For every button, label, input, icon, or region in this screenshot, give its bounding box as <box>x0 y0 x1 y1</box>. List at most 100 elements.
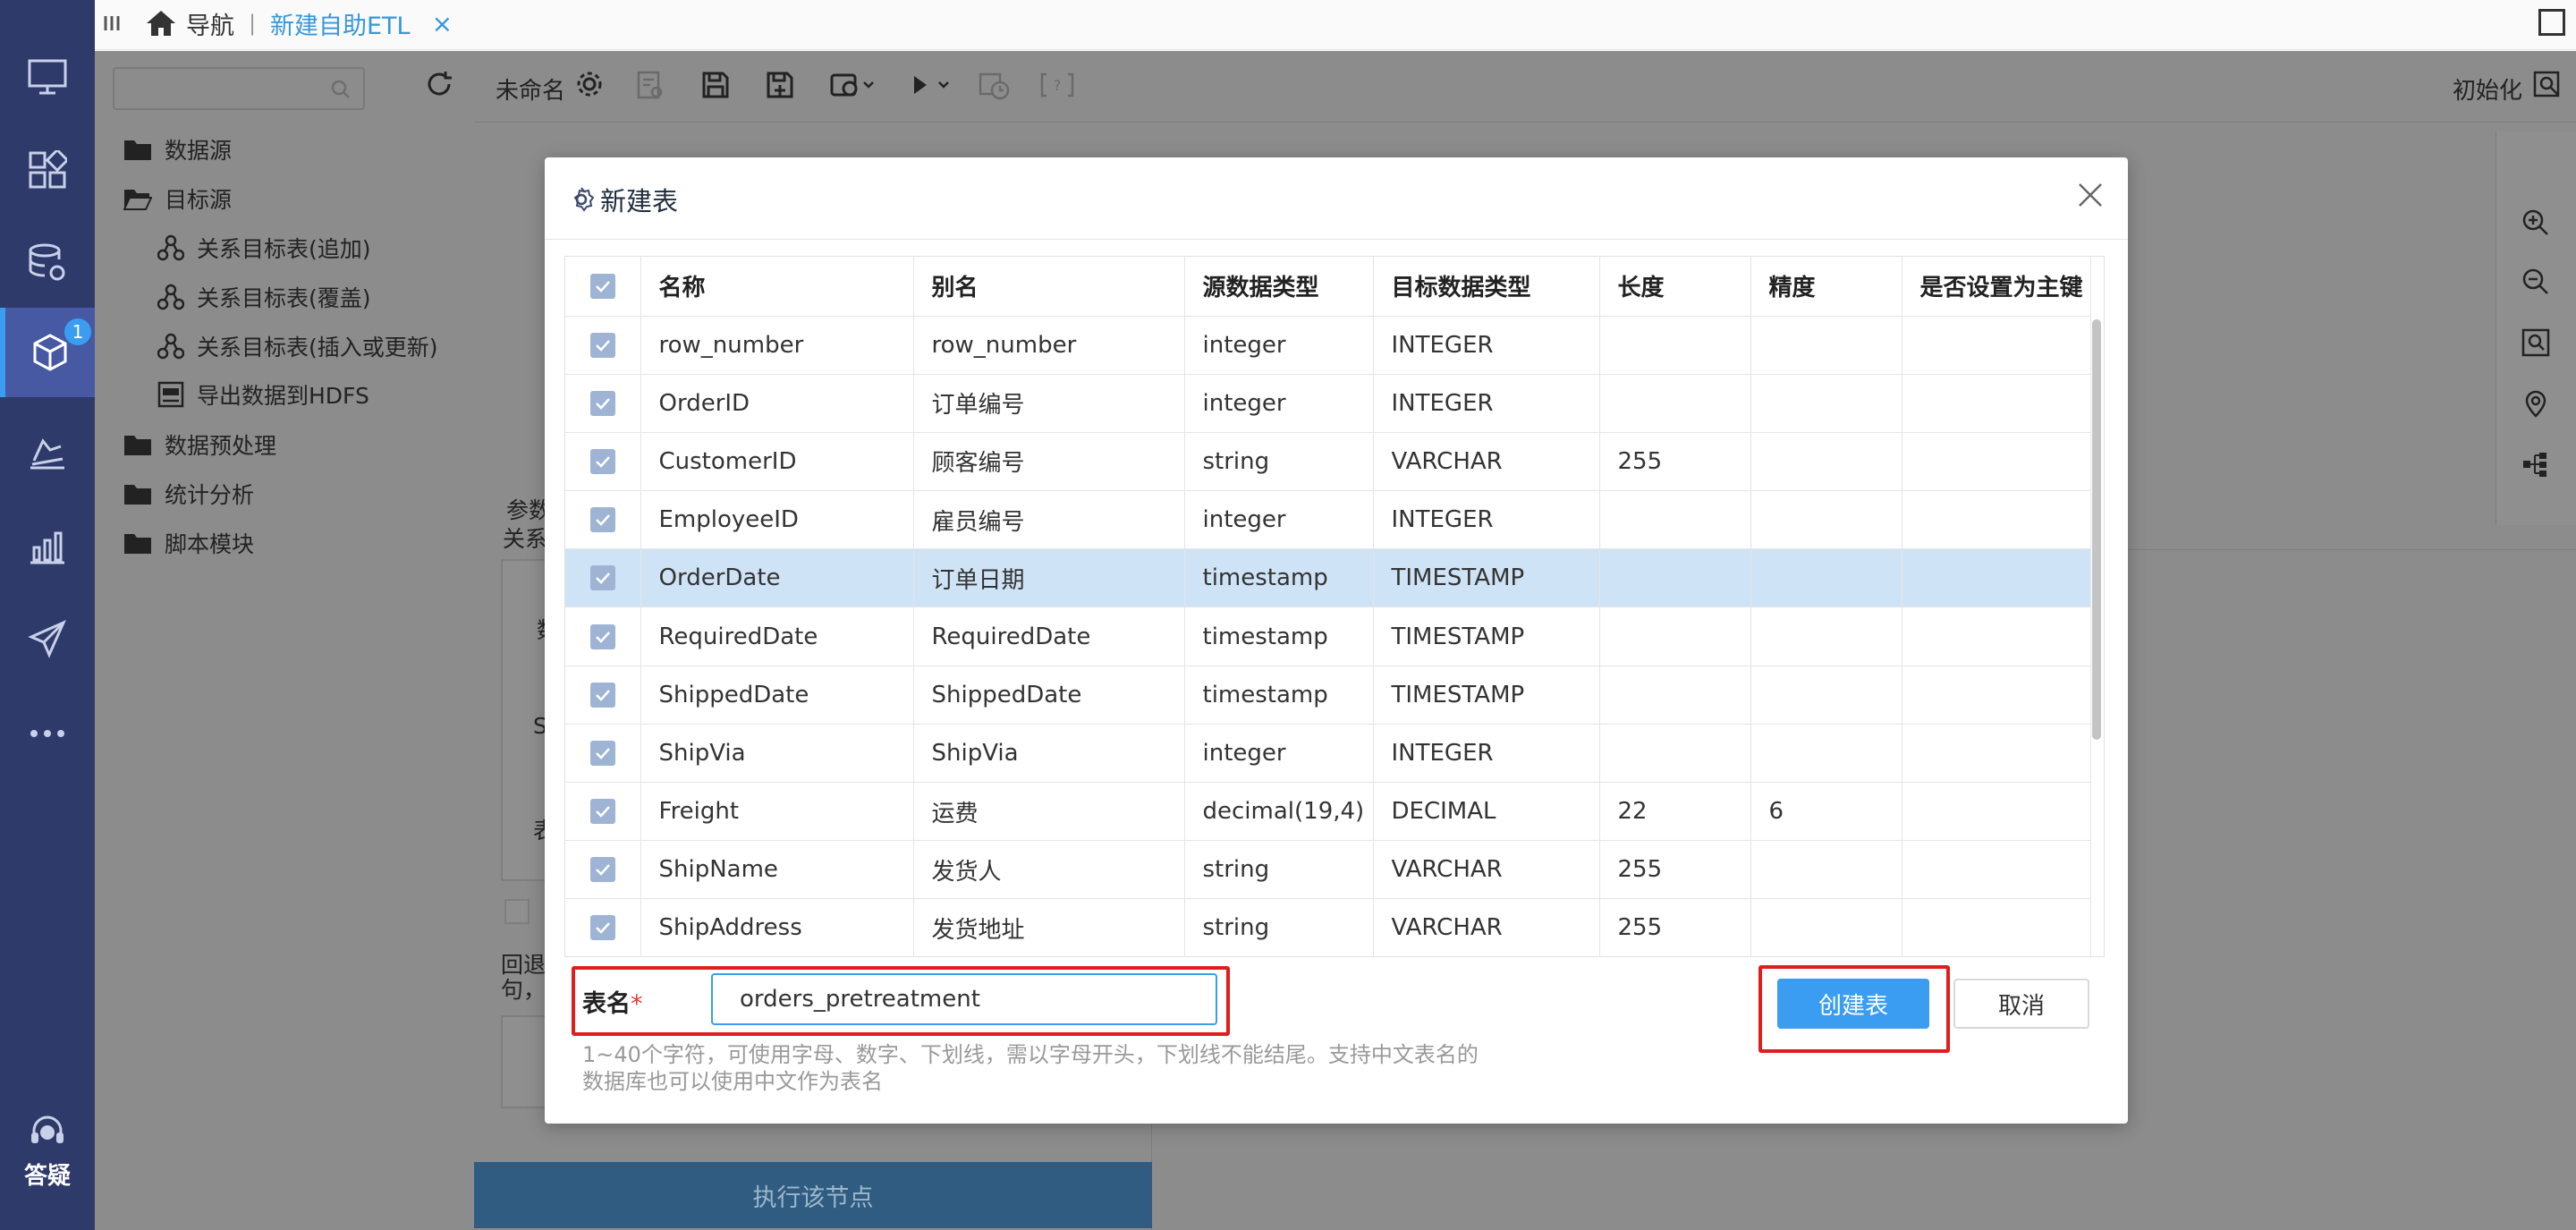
cell-pk[interactable] <box>1902 490 2091 550</box>
table-row[interactable]: ShipAddress 发货地址 string VARCHAR 255 <box>565 898 2091 956</box>
select-all-cell[interactable] <box>565 257 641 317</box>
send-icon[interactable] <box>0 594 95 683</box>
cell-prec[interactable] <box>1750 724 1902 784</box>
tree-item-statistics[interactable]: 统计分析 <box>123 478 254 510</box>
cell-name[interactable]: OrderID <box>640 374 914 433</box>
cell-pk[interactable] <box>1902 548 2091 608</box>
cell-alias[interactable]: ShippedDate <box>913 666 1185 725</box>
cell-src[interactable]: string <box>1184 840 1374 900</box>
tree-item-target[interactable]: 目标源 <box>123 182 232 215</box>
row-checkbox-cell[interactable] <box>565 840 641 900</box>
tree-search-input[interactable] <box>113 67 365 110</box>
tree-item-export-hdfs[interactable]: 导出数据到HDFS <box>157 378 369 411</box>
more-icon[interactable] <box>0 689 95 778</box>
cell-src[interactable]: integer <box>1184 724 1374 784</box>
cell-prec[interactable] <box>1750 432 1902 492</box>
cell-prec[interactable] <box>1750 607 1902 666</box>
cube-icon[interactable]: 1 <box>0 308 95 397</box>
home-tab[interactable]: 导航 <box>145 7 234 40</box>
cell-pk[interactable] <box>1902 432 2091 492</box>
cell-alias[interactable]: 雇员编号 <box>913 490 1185 550</box>
table-row[interactable]: Freight 运费 decimal(19,4) DECIMAL 22 6 <box>565 782 2091 842</box>
row-checkbox-cell[interactable] <box>565 666 641 725</box>
cell-prec[interactable] <box>1750 374 1902 433</box>
row-checkbox-cell[interactable] <box>565 316 641 375</box>
cell-name[interactable]: ShipName <box>640 840 914 900</box>
cell-alias[interactable]: 订单编号 <box>913 374 1185 433</box>
cell-prec[interactable]: 6 <box>1750 782 1902 842</box>
row-checkbox[interactable] <box>589 682 615 708</box>
cell-pk[interactable] <box>1902 607 2091 666</box>
cell-alias[interactable]: 发货地址 <box>913 898 1185 956</box>
row-checkbox-cell[interactable] <box>565 374 641 433</box>
save-icon[interactable] <box>701 71 730 99</box>
row-checkbox-cell[interactable] <box>565 898 641 956</box>
cell-len[interactable] <box>1599 374 1751 433</box>
cell-len[interactable] <box>1599 316 1751 375</box>
cell-name[interactable]: ShipAddress <box>640 898 914 956</box>
row-checkbox[interactable] <box>589 390 615 416</box>
row-checkbox[interactable] <box>589 623 615 649</box>
help-bracket-icon[interactable]: ? <box>1039 71 1075 99</box>
cell-alias[interactable]: 顾客编号 <box>913 432 1185 492</box>
cell-src[interactable]: timestamp <box>1184 548 1374 608</box>
row-checkbox-cell[interactable] <box>565 724 641 784</box>
publish-dropdown-icon[interactable] <box>830 71 877 99</box>
tree-item-rel-overwrite[interactable]: 关系目标表(覆盖) <box>157 281 371 313</box>
cell-pk[interactable] <box>1902 666 2091 725</box>
cell-name[interactable]: RequiredDate <box>640 607 914 666</box>
document-settings-icon[interactable] <box>637 71 664 101</box>
cell-len[interactable] <box>1599 666 1751 725</box>
cell-name[interactable]: ShipVia <box>640 724 914 784</box>
cell-name[interactable]: ShippedDate <box>640 666 914 725</box>
row-checkbox[interactable] <box>589 507 615 533</box>
report-icon[interactable] <box>0 408 95 497</box>
cell-len[interactable]: 255 <box>1599 840 1751 900</box>
row-checkbox[interactable] <box>589 915 615 941</box>
table-row[interactable]: ShipName 发货人 string VARCHAR 255 <box>565 840 2091 900</box>
cell-src[interactable]: timestamp <box>1184 607 1374 666</box>
tree-item-rel-upsert[interactable]: 关系目标表(插入或更新) <box>157 330 438 362</box>
initialize-label[interactable]: 初始化 <box>2453 72 2522 106</box>
close-icon[interactable] <box>2076 181 2105 209</box>
cell-alias[interactable]: 订单日期 <box>913 548 1185 608</box>
cell-pk[interactable] <box>1902 724 2091 784</box>
cell-pk[interactable] <box>1902 898 2091 956</box>
cell-dst[interactable]: INTEGER <box>1373 316 1600 375</box>
cell-alias[interactable]: RequiredDate <box>913 607 1185 666</box>
locate-icon[interactable] <box>2521 389 2550 418</box>
table-row[interactable]: RequiredDate RequiredDate timestamp TIMESTA… <box>565 607 2091 666</box>
option-checkbox[interactable] <box>504 899 530 924</box>
row-checkbox-cell[interactable] <box>565 782 641 842</box>
cell-dst[interactable]: TIMESTAMP <box>1373 548 1600 608</box>
help-center[interactable]: 答疑 <box>0 1113 95 1191</box>
chart-icon[interactable] <box>0 501 95 590</box>
cell-name[interactable]: Freight <box>640 782 914 842</box>
tab-close-icon[interactable]: × <box>432 9 453 38</box>
cell-pk[interactable] <box>1902 316 2091 375</box>
cell-alias[interactable]: ShipVia <box>913 724 1185 784</box>
row-checkbox-cell[interactable] <box>565 607 641 666</box>
menu-toggle-icon[interactable] <box>100 11 125 36</box>
table-row[interactable]: EmployeeID 雇员编号 integer INTEGER <box>565 490 2091 550</box>
cell-dst[interactable]: VARCHAR <box>1373 898 1600 956</box>
cell-src[interactable]: string <box>1184 898 1374 956</box>
table-row[interactable]: ShippedDate ShippedDate timestamp TIMESTAMP <box>565 666 2091 725</box>
table-row[interactable]: ShipVia ShipVia integer INTEGER <box>565 724 2091 784</box>
cell-name[interactable]: OrderDate <box>640 548 914 608</box>
cell-src[interactable]: integer <box>1184 490 1374 550</box>
cell-prec[interactable] <box>1750 898 1902 956</box>
cell-len[interactable] <box>1599 724 1751 784</box>
cell-src[interactable]: timestamp <box>1184 666 1374 725</box>
table-row[interactable]: row_number row_number integer INTEGER <box>565 316 2091 375</box>
tree-item-rel-append[interactable]: 关系目标表(追加) <box>157 232 371 264</box>
refresh-icon[interactable] <box>424 69 454 99</box>
schedule-icon[interactable] <box>979 71 1011 101</box>
table-row[interactable]: CustomerID 顾客编号 string VARCHAR 255 <box>565 432 2091 492</box>
zoom-in-icon[interactable] <box>2521 208 2550 237</box>
cell-alias[interactable]: row_number <box>913 316 1185 375</box>
cell-prec[interactable] <box>1750 490 1902 550</box>
maximize-icon[interactable] <box>2538 9 2565 36</box>
cell-prec[interactable] <box>1750 548 1902 608</box>
cancel-button[interactable]: 取消 <box>1953 979 2089 1029</box>
